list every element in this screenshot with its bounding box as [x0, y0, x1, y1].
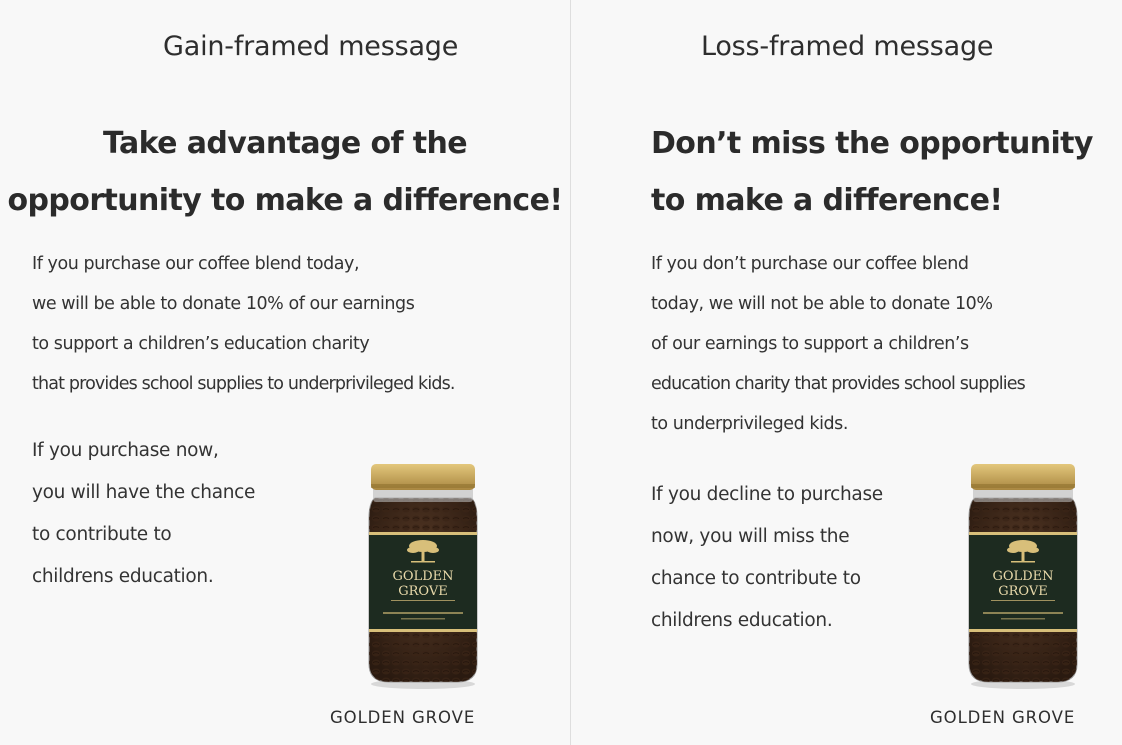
headline-line: Take advantage of the	[102, 126, 468, 161]
call-line: childrens education.	[32, 566, 214, 587]
body-line: to support a children’s education charit…	[32, 334, 370, 354]
coffee-jar-image: GOLDEN GROVE	[368, 464, 478, 689]
jar-brand-line1: GOLDEN	[393, 569, 454, 584]
body-line: that provides school supplies to underpr…	[32, 374, 455, 394]
call-line: childrens education.	[651, 610, 833, 631]
headline: Don’t miss the opportunity to make a dif…	[651, 115, 1121, 229]
headline-line: to make a difference!	[651, 183, 1003, 218]
call-line: you will have the chance	[32, 482, 256, 503]
panel-label: Loss-framed message	[701, 31, 994, 62]
coffee-jar-image: GOLDEN GROVE	[968, 464, 1078, 689]
call-line: to contribute to	[32, 524, 172, 545]
body-text: If you purchase our coffee blend today, …	[32, 244, 572, 404]
call-line: now, you will miss the	[651, 526, 850, 547]
jar-brand-line1: GOLDEN	[993, 569, 1054, 584]
headline: Take advantage of the opportunity to mak…	[0, 115, 570, 229]
call-line: If you decline to purchase	[651, 484, 883, 505]
body-line: If you purchase our coffee blend today,	[32, 254, 360, 274]
headline-line: opportunity to make a difference!	[7, 183, 563, 218]
body-line: education charity that provides school s…	[651, 374, 1026, 394]
body-line: of our earnings to support a children’s	[651, 334, 969, 354]
body-line: today, we will not be able to donate 10%	[651, 294, 993, 314]
call-line: If you purchase now,	[32, 440, 219, 461]
call-line: chance to contribute to	[651, 568, 861, 589]
jar-brand-line2: GROVE	[398, 584, 447, 599]
gain-framed-panel: Gain-framed message Take advantage of th…	[0, 0, 570, 745]
call-to-action-text: If you decline to purchase now, you will…	[651, 474, 883, 642]
body-line: to underprivileged kids.	[651, 414, 848, 434]
call-to-action-text: If you purchase now, you will have the c…	[32, 430, 255, 598]
jar-brand-line2: GROVE	[998, 584, 1047, 599]
brand-footer: GOLDEN GROVE	[930, 708, 1076, 727]
ad-comparison: Gain-framed message Take advantage of th…	[0, 0, 1122, 745]
body-text: If you don’t purchase our coffee blend t…	[651, 244, 1121, 444]
brand-footer: GOLDEN GROVE	[330, 708, 476, 727]
panel-label: Gain-framed message	[163, 31, 459, 62]
headline-line: Don’t miss the opportunity	[651, 126, 1093, 161]
body-line: If you don’t purchase our coffee blend	[651, 254, 969, 274]
loss-framed-panel: Loss-framed message Don’t miss the oppor…	[571, 0, 1122, 745]
body-line: we will be able to donate 10% of our ear…	[32, 294, 415, 314]
